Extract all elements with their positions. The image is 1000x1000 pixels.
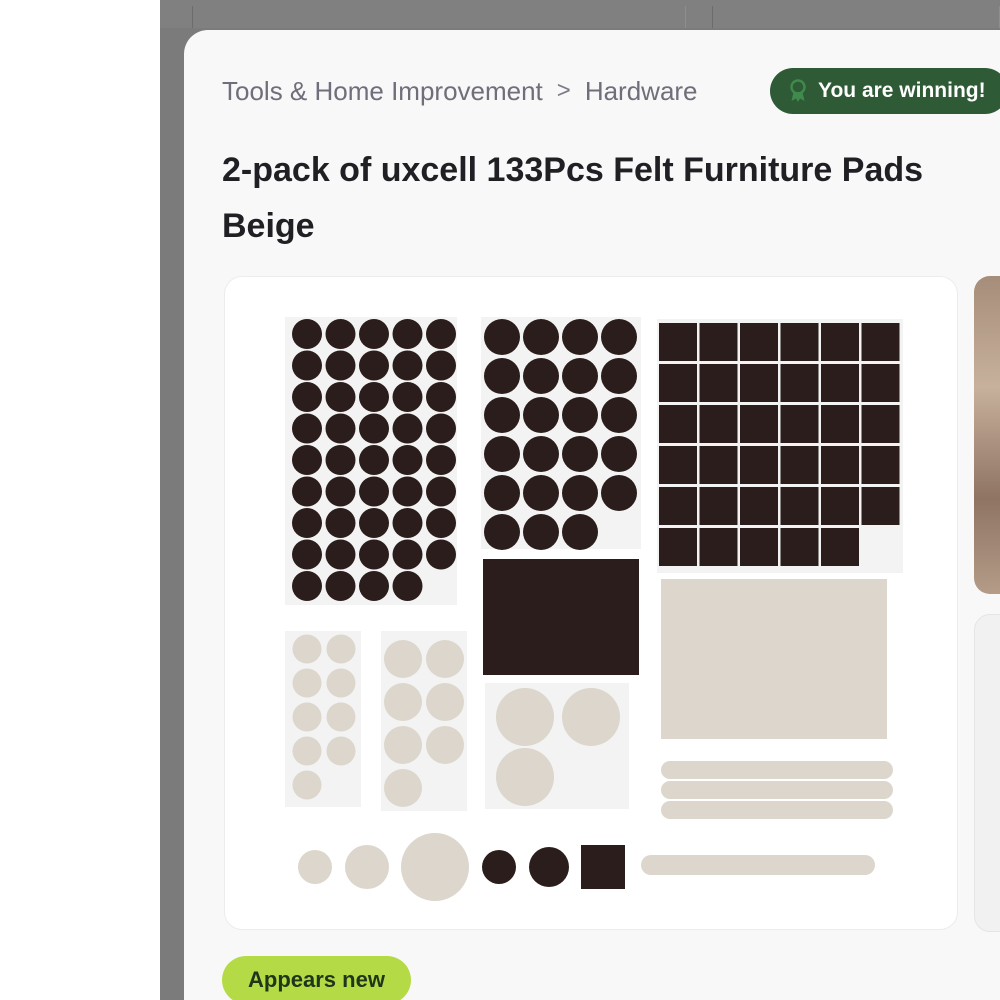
product-main-image[interactable] xyxy=(224,276,958,930)
background-column xyxy=(192,6,686,28)
status-badge: You are winning! xyxy=(770,68,1000,114)
product-thumbnail[interactable] xyxy=(974,614,1000,932)
breadcrumb-category-link[interactable]: Tools & Home Improvement xyxy=(222,76,543,107)
condition-badge: Appears new xyxy=(222,956,411,1000)
product-thumbnail[interactable] xyxy=(974,276,1000,594)
breadcrumb-subcategory-link[interactable]: Hardware xyxy=(585,76,698,107)
ribbon-icon xyxy=(788,79,808,103)
breadcrumb: Tools & Home Improvement > Hardware xyxy=(222,76,698,106)
background-page-strip xyxy=(160,0,1000,28)
felt-pads-illustration xyxy=(285,317,903,901)
status-badge-label: You are winning! xyxy=(818,79,986,102)
product-title: 2-pack of uxcell 133Pcs Felt Furniture P… xyxy=(222,151,924,245)
background-column xyxy=(712,6,1000,28)
left-margin xyxy=(0,0,160,1000)
product-detail-panel: Tools & Home Improvement > Hardware You … xyxy=(184,30,1000,1000)
condition-label: Appears new xyxy=(248,967,385,992)
chevron-right-icon: > xyxy=(556,77,571,104)
